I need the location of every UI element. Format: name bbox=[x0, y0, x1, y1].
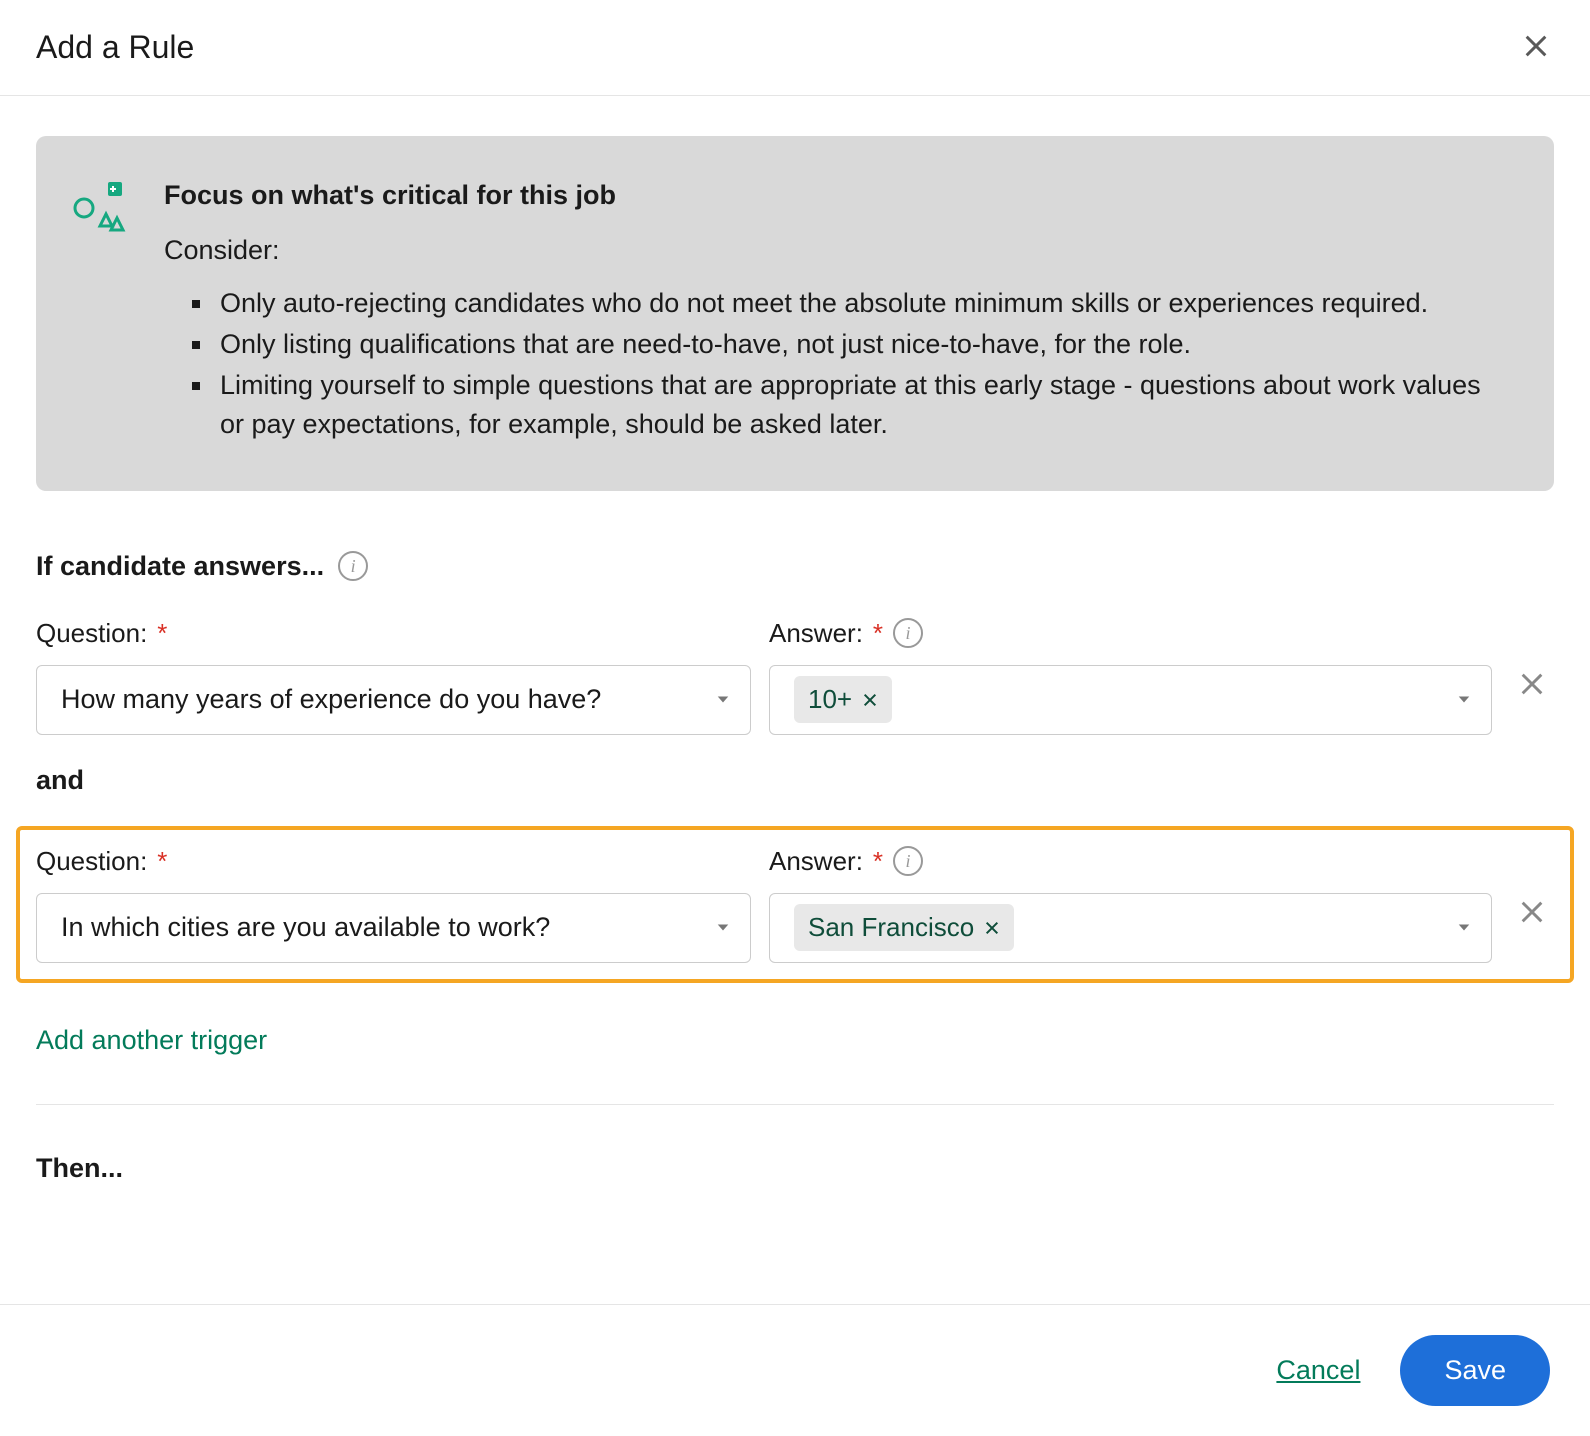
add-trigger-link[interactable]: Add another trigger bbox=[36, 1025, 267, 1056]
modal-title: Add a Rule bbox=[36, 29, 194, 66]
answer-tag: San Francisco bbox=[794, 904, 1014, 951]
tip-list: Only auto-rejecting candidates who do no… bbox=[164, 284, 1506, 445]
remove-trigger-button[interactable] bbox=[1510, 670, 1554, 717]
tip-bullet: Limiting yourself to simple questions th… bbox=[192, 366, 1506, 444]
then-heading: Then... bbox=[36, 1153, 1554, 1184]
answer-tags: San Francisco bbox=[794, 904, 1014, 951]
info-icon[interactable]: i bbox=[338, 551, 368, 581]
remove-trigger-button[interactable] bbox=[1510, 898, 1554, 945]
close-icon bbox=[1518, 686, 1546, 701]
chevron-down-icon bbox=[1455, 684, 1473, 715]
modal-footer: Cancel Save bbox=[0, 1304, 1590, 1436]
trigger-block: Question: * How many years of experience… bbox=[36, 618, 1554, 735]
answer-label: Answer: * i bbox=[769, 618, 1492, 649]
answer-field: Answer: * i San Francisco bbox=[769, 846, 1492, 963]
close-icon bbox=[1522, 48, 1550, 63]
focus-shapes-icon bbox=[72, 180, 128, 236]
answer-tag: 10+ bbox=[794, 676, 892, 723]
tip-content: Focus on what's critical for this job Co… bbox=[164, 180, 1506, 447]
tip-bullet: Only listing qualifications that are nee… bbox=[192, 325, 1506, 364]
chevron-down-icon bbox=[1455, 912, 1473, 943]
tip-panel: Focus on what's critical for this job Co… bbox=[36, 136, 1554, 491]
answer-tags: 10+ bbox=[794, 676, 892, 723]
trigger-row: Question: * In which cities are you avai… bbox=[36, 846, 1554, 963]
chevron-down-icon bbox=[714, 912, 732, 943]
question-select-value: In which cities are you available to wor… bbox=[61, 912, 550, 943]
modal-header: Add a Rule bbox=[0, 0, 1590, 96]
answer-tag-label: San Francisco bbox=[808, 912, 974, 943]
chevron-down-icon bbox=[714, 684, 732, 715]
tag-remove-icon[interactable] bbox=[984, 920, 1000, 936]
answer-label: Answer: * i bbox=[769, 846, 1492, 877]
required-asterisk: * bbox=[157, 846, 167, 877]
tip-bullet: Only auto-rejecting candidates who do no… bbox=[192, 284, 1506, 323]
question-select[interactable]: In which cities are you available to wor… bbox=[36, 893, 751, 963]
answer-tag-label: 10+ bbox=[808, 684, 852, 715]
trigger-block-highlighted: Question: * In which cities are you avai… bbox=[16, 826, 1574, 983]
question-field: Question: * How many years of experience… bbox=[36, 618, 751, 735]
question-label: Question: * bbox=[36, 846, 751, 877]
answer-select[interactable]: 10+ bbox=[769, 665, 1492, 735]
and-label: and bbox=[36, 765, 1554, 796]
question-field: Question: * In which cities are you avai… bbox=[36, 846, 751, 963]
tag-remove-icon[interactable] bbox=[862, 692, 878, 708]
question-select[interactable]: How many years of experience do you have… bbox=[36, 665, 751, 735]
trigger-row: Question: * How many years of experience… bbox=[36, 618, 1554, 735]
required-asterisk: * bbox=[157, 618, 167, 649]
question-label: Question: * bbox=[36, 618, 751, 649]
save-button[interactable]: Save bbox=[1400, 1335, 1550, 1406]
condition-heading: If candidate answers... i bbox=[36, 551, 368, 582]
condition-heading-text: If candidate answers... bbox=[36, 551, 324, 582]
tip-consider-label: Consider: bbox=[164, 235, 1506, 266]
close-button[interactable] bbox=[1518, 28, 1554, 67]
answer-field: Answer: * i 10+ bbox=[769, 618, 1492, 735]
info-icon[interactable]: i bbox=[893, 618, 923, 648]
section-divider bbox=[36, 1104, 1554, 1105]
cancel-button[interactable]: Cancel bbox=[1276, 1355, 1360, 1386]
answer-select[interactable]: San Francisco bbox=[769, 893, 1492, 963]
required-asterisk: * bbox=[873, 618, 883, 649]
close-icon bbox=[1518, 914, 1546, 929]
info-icon[interactable]: i bbox=[893, 846, 923, 876]
question-select-value: How many years of experience do you have… bbox=[61, 684, 601, 715]
modal-body[interactable]: Focus on what's critical for this job Co… bbox=[0, 100, 1590, 1300]
required-asterisk: * bbox=[873, 846, 883, 877]
tip-heading: Focus on what's critical for this job bbox=[164, 180, 1506, 211]
